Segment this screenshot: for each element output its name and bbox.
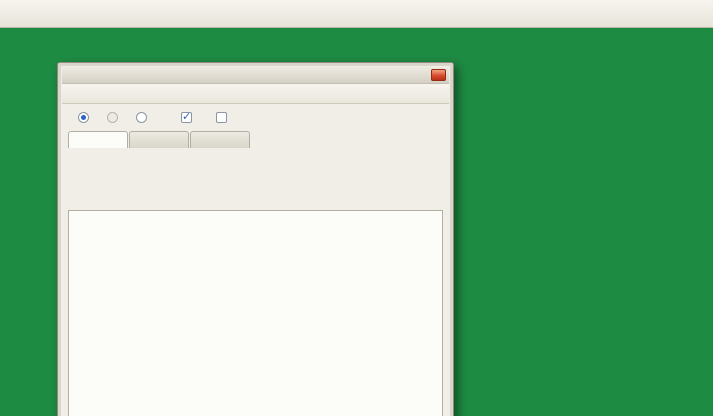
radio-all-pads[interactable]: [136, 112, 147, 123]
save-main-detect-checkbox[interactable]: [216, 112, 227, 123]
dialog-toolbar: [62, 84, 449, 104]
close-icon[interactable]: [431, 69, 446, 81]
tab-rgb[interactable]: [190, 131, 250, 148]
radio-single-pad[interactable]: [78, 112, 89, 123]
application-window: [0, 0, 713, 416]
main-detect-checkbox[interactable]: [181, 112, 192, 123]
radio-multi-pad[interactable]: [107, 112, 118, 123]
tab-extended[interactable]: [129, 131, 189, 148]
tab-general[interactable]: [68, 131, 128, 148]
main-toolbar: [0, 0, 713, 28]
detection-settings-dialog: [57, 62, 454, 416]
tab-panel-general: [68, 210, 443, 416]
dialog-titlebar[interactable]: [62, 67, 449, 84]
